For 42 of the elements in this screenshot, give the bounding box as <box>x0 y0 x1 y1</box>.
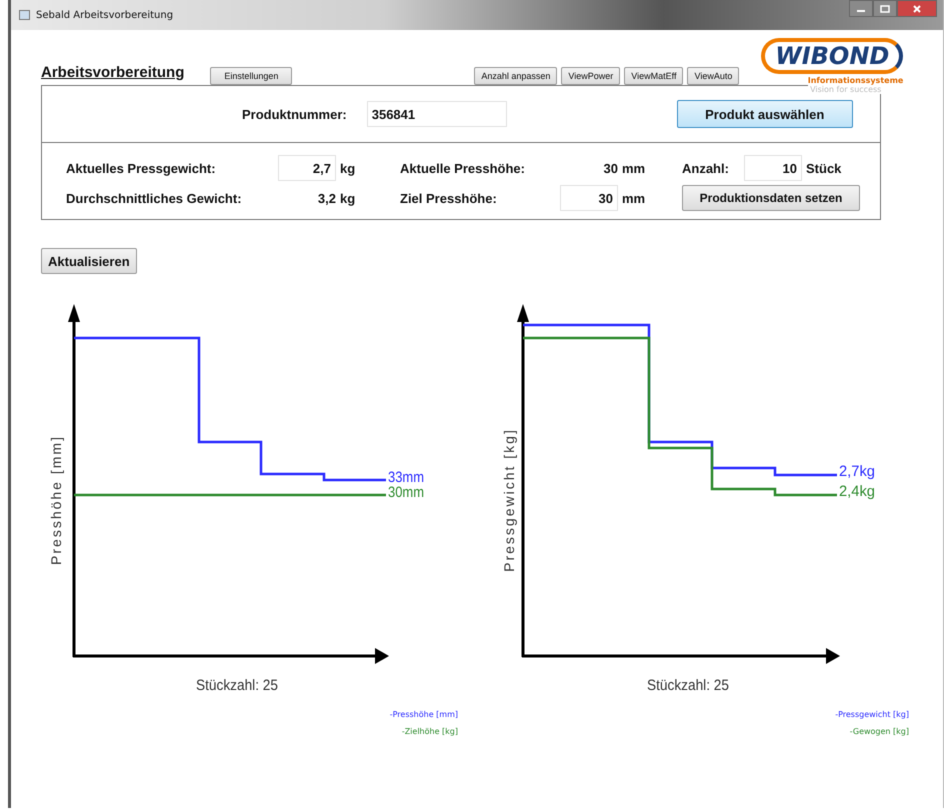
field-label: Anzahl: <box>682 160 730 176</box>
legend-item: -Gewogen [kg] <box>850 727 909 736</box>
logo-slogan: Vision for success <box>808 85 884 94</box>
page-title: Arbeitsvorbereitung <box>41 64 184 81</box>
legend-item: -Pressgewicht [kg] <box>835 710 909 719</box>
value-text: 30 <box>602 160 618 176</box>
unit-label: kg <box>340 190 356 206</box>
logo-subtitle: Informationssysteme <box>808 76 904 85</box>
legend-item: -Zielhöhe [kg] <box>402 727 458 736</box>
refresh-button[interactable]: Aktualisieren <box>41 248 137 274</box>
toolbar-button[interactable]: ViewPower <box>561 67 620 85</box>
value-text: 3,2 <box>316 190 336 206</box>
toolbar-button[interactable]: Anzahl anpassen <box>474 67 558 85</box>
legend-item: -Presshöhe [mm] <box>390 710 458 719</box>
line-end-label: 30mm <box>388 484 430 501</box>
toolbar-button[interactable]: ViewMatEff <box>624 67 684 85</box>
line-end-label: 2,4kg <box>839 483 876 500</box>
x-axis-label: Stückzahl: 25 <box>196 677 286 694</box>
unit-label: mm <box>622 160 646 176</box>
weight-field[interactable]: 2,7 <box>278 155 336 181</box>
settings-button[interactable]: Einstellungen <box>210 67 292 85</box>
line-end-label: 33mm <box>388 469 430 486</box>
target-height-field[interactable]: 30 <box>560 185 618 211</box>
unit-label: Stück <box>806 160 842 176</box>
y-axis-label: Presshöhe [mm] <box>48 435 64 565</box>
field-label: Produktnummer: <box>242 106 347 122</box>
unit-label: mm <box>622 190 646 206</box>
x-axis-label: Stückzahl: 25 <box>647 677 738 694</box>
field-label: Ziel Presshöhe: <box>400 190 498 206</box>
product-number-field[interactable]: 356841 <box>366 101 507 127</box>
select-product-button[interactable]: Produkt auswählen <box>676 100 853 128</box>
field-label: Aktuelle Presshöhe: <box>400 160 526 176</box>
field-label: Aktuelles Pressgewicht: <box>66 160 217 176</box>
y-axis-label: Pressgewicht [kg] <box>501 428 517 572</box>
logo-badge: WIBOND <box>761 38 904 74</box>
count-field[interactable]: 10 <box>744 155 802 181</box>
unit-label: kg <box>340 160 356 176</box>
set-production-data-button[interactable]: Produktionsdaten setzen <box>682 185 860 211</box>
line-end-label: 2,7kg <box>839 463 876 480</box>
window-title: Sebald Arbeitsvorbereitung <box>36 10 174 20</box>
field-label: Durchschnittliches Gewicht: <box>66 190 243 206</box>
toolbar-button[interactable]: ViewAuto <box>687 67 740 85</box>
